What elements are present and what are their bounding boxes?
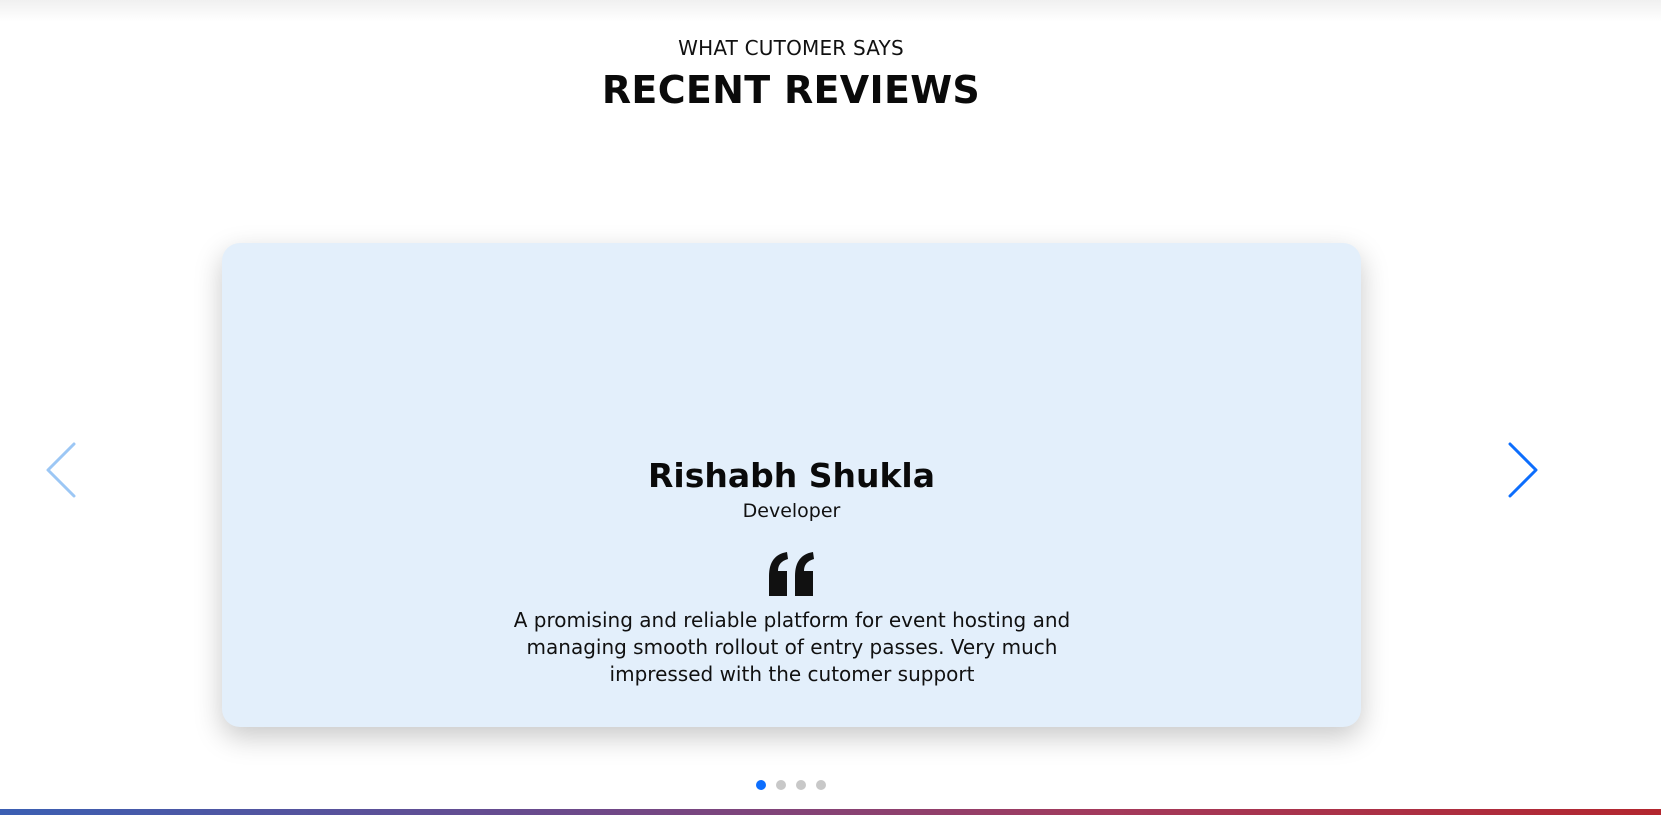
quote-left-icon (767, 552, 817, 596)
carousel-dot-4[interactable] (816, 780, 826, 790)
section-eyebrow: WHAT CUTOMER SAYS (678, 36, 904, 60)
chevron-left-icon (46, 442, 76, 498)
header-shadow (0, 0, 1661, 22)
carousel-dot-3[interactable] (796, 780, 806, 790)
section-title: RECENT REVIEWS (601, 68, 981, 112)
reviews-carousel: Rishabh Shukla Developer A promising and… (0, 230, 1661, 730)
review-card: Rishabh Shukla Developer A promising and… (222, 243, 1361, 727)
footer-gradient-bar (0, 809, 1661, 815)
chevron-right-icon (1508, 442, 1538, 498)
carousel-pagination (0, 780, 1582, 790)
review-text: A promising and reliable platform for ev… (513, 608, 1071, 686)
carousel-dot-1[interactable] (756, 780, 766, 790)
next-slide-button[interactable] (1502, 440, 1542, 500)
reviewer-role: Developer (742, 500, 841, 522)
reviewer-name: Rishabh Shukla (647, 456, 935, 495)
carousel-dot-2[interactable] (776, 780, 786, 790)
prev-slide-button[interactable] (42, 440, 82, 500)
